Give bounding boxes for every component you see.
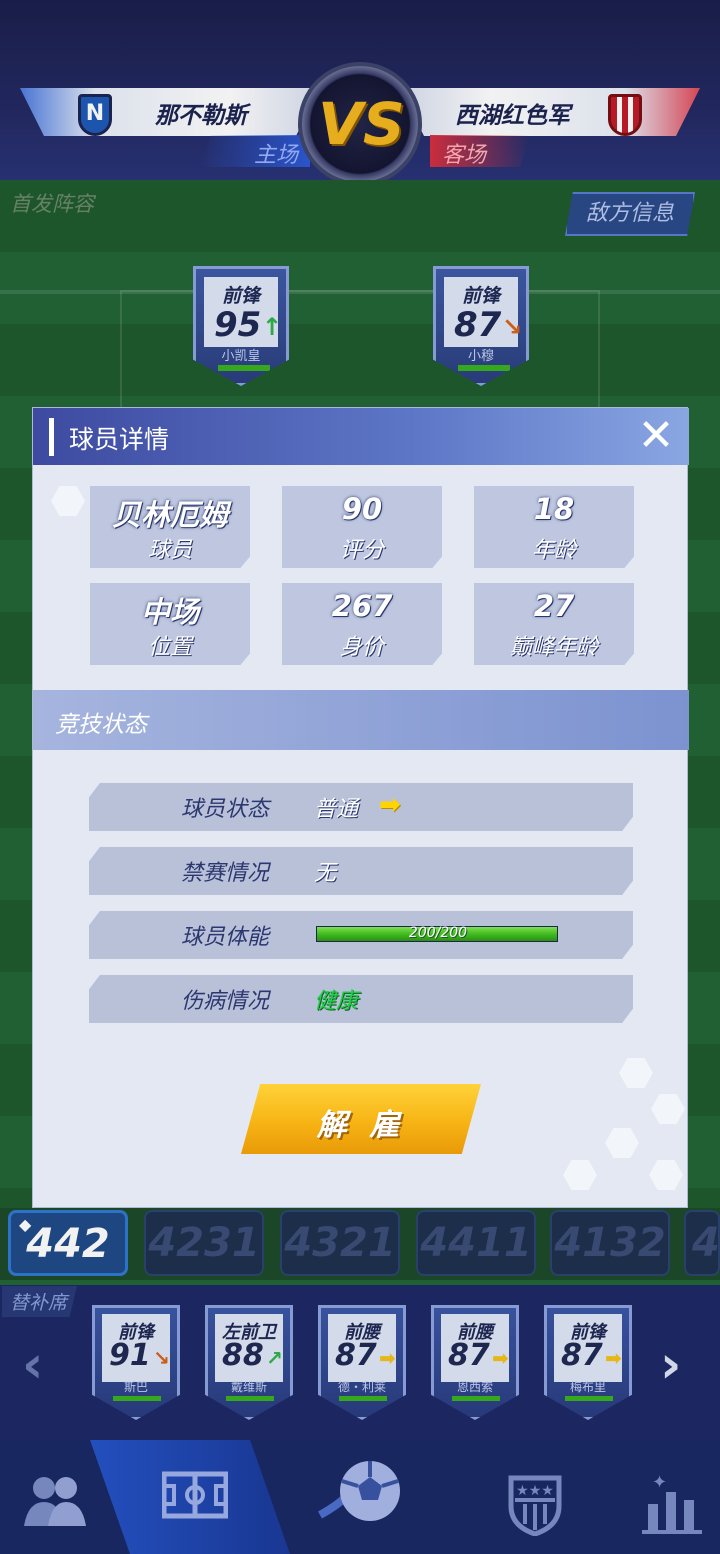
info-cell-player: 贝林厄姆 球员: [90, 486, 250, 568]
stamina-bar: 200/200: [316, 925, 558, 942]
info-cell-age: 18 年龄: [474, 486, 634, 568]
player-detail-modal: 球员详情 ✕ 贝林厄姆 球员 90 评分 18 年龄 中场 位置 267 身价 …: [32, 407, 689, 1208]
release-player-button[interactable]: 解 雇: [241, 1084, 481, 1154]
modal-title: 球员详情: [69, 425, 170, 454]
hex-decoration: [649, 1160, 683, 1190]
status-row-injury: 伤病情况 健康: [89, 975, 633, 1023]
market-value: 267: [331, 589, 393, 623]
status-row-ban: 禁赛情况 无: [89, 847, 633, 895]
info-cell-rating: 90 评分: [282, 486, 442, 568]
close-icon[interactable]: ✕: [633, 414, 679, 460]
player-name-label: 球员: [147, 538, 192, 563]
player-name-value: 贝林厄姆: [111, 498, 228, 532]
age-label: 年龄: [531, 538, 576, 563]
stamina-label: 球员体能: [180, 925, 269, 950]
form-label: 球员状态: [180, 797, 269, 822]
hex-decoration: [563, 1160, 597, 1190]
status-row-form: 球员状态 普通 ➡: [89, 783, 633, 831]
info-cell-peak-age: 27 巅峰年龄: [474, 583, 634, 665]
ban-label: 禁赛情况: [180, 861, 269, 886]
peak-age-value: 27: [533, 589, 575, 623]
hex-decoration: [651, 1094, 685, 1124]
rating-label: 评分: [339, 538, 384, 563]
hex-decoration: [605, 1128, 639, 1158]
stamina-text: 200/200: [408, 925, 468, 941]
section-title: 竞技状态: [55, 712, 147, 738]
position-value: 中场: [140, 595, 199, 629]
ban-value: 无: [314, 861, 337, 886]
release-button-label: 解 雇: [316, 1108, 406, 1143]
rating-value: 90: [341, 492, 383, 526]
arrow-right-icon: ➡: [379, 790, 401, 820]
market-value-label: 身价: [339, 635, 384, 660]
form-value: 普通: [314, 797, 359, 822]
hex-decoration: [619, 1058, 653, 1088]
hex-decoration: [51, 486, 85, 516]
position-label: 位置: [147, 635, 192, 660]
modal-header: 球员详情 ✕: [33, 408, 689, 465]
injury-label: 伤病情况: [180, 989, 269, 1014]
info-cell-value: 267 身价: [282, 583, 442, 665]
peak-age-label: 巅峰年龄: [509, 635, 598, 660]
age-value: 18: [533, 492, 575, 526]
status-row-stamina: 球员体能 200/200: [89, 911, 633, 959]
injury-value: 健康: [314, 989, 359, 1014]
info-cell-position: 中场 位置: [90, 583, 250, 665]
title-accent: [49, 418, 54, 456]
